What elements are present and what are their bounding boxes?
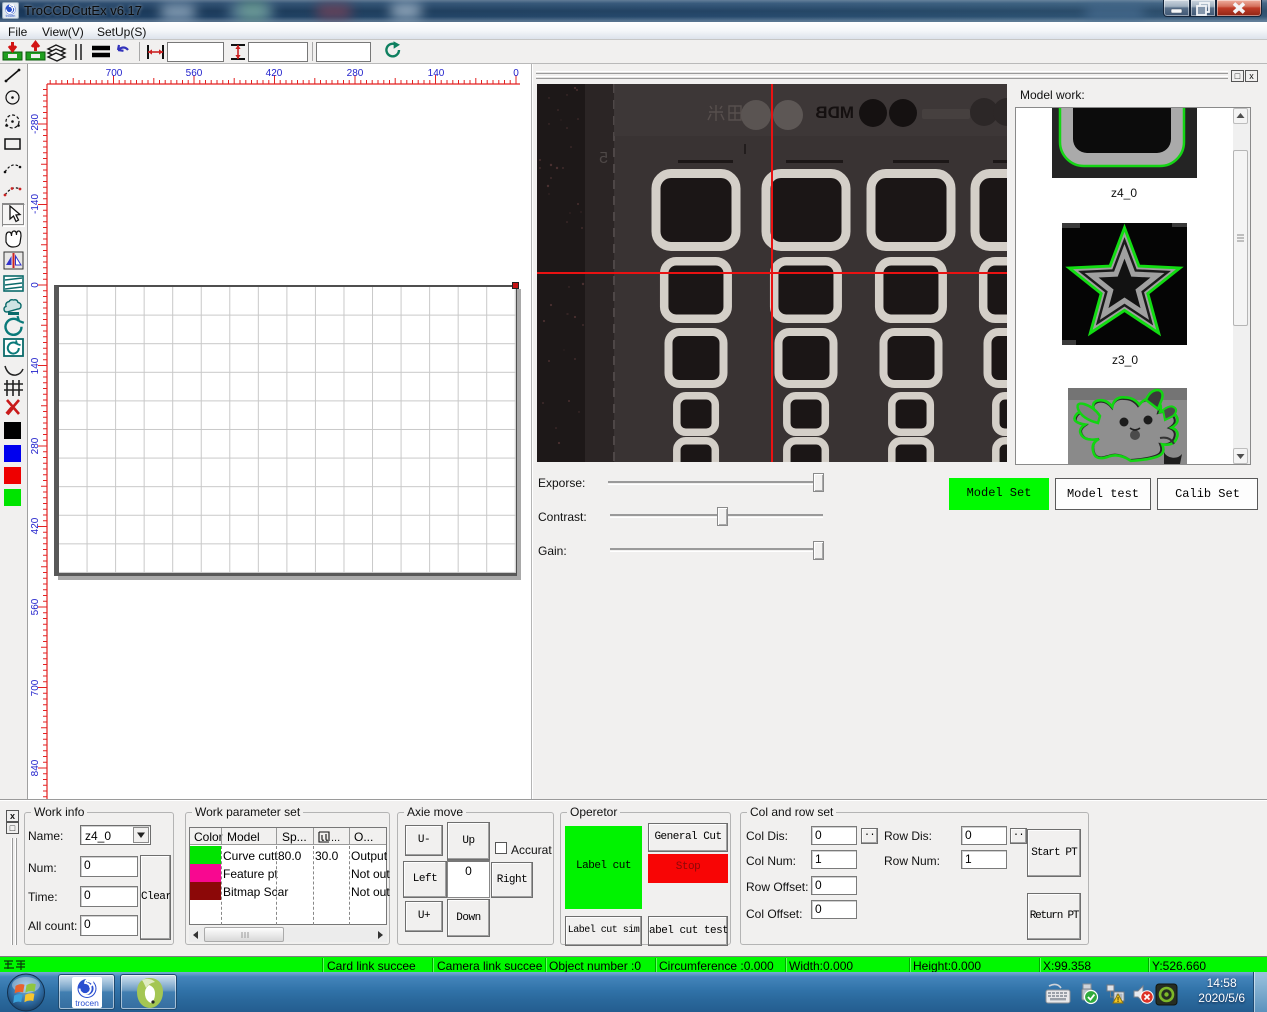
svg-text:140: 140 xyxy=(30,357,41,374)
svg-text:280: 280 xyxy=(347,68,364,79)
svg-text:840: 840 xyxy=(30,759,41,776)
svg-text:0: 0 xyxy=(30,282,41,288)
svg-text:420: 420 xyxy=(266,68,283,79)
svg-text:140: 140 xyxy=(428,68,445,79)
svg-text:560: 560 xyxy=(30,598,41,615)
svg-text:...: ... xyxy=(331,832,340,843)
svg-text:trocen: trocen xyxy=(6,14,16,18)
svg-text:!: ! xyxy=(1117,997,1119,1004)
svg-text:700: 700 xyxy=(30,679,41,696)
svg-text:5: 5 xyxy=(599,150,608,167)
svg-text:trocen: trocen xyxy=(75,998,99,1008)
svg-text:700: 700 xyxy=(106,68,123,79)
svg-text:-140: -140 xyxy=(30,194,41,214)
svg-text:MDB: MDB xyxy=(815,103,854,122)
svg-text:-280: -280 xyxy=(30,114,41,134)
svg-text:0: 0 xyxy=(513,68,519,79)
svg-text:420: 420 xyxy=(30,517,41,534)
svg-text:560: 560 xyxy=(186,68,203,79)
svg-text:280: 280 xyxy=(30,437,41,454)
